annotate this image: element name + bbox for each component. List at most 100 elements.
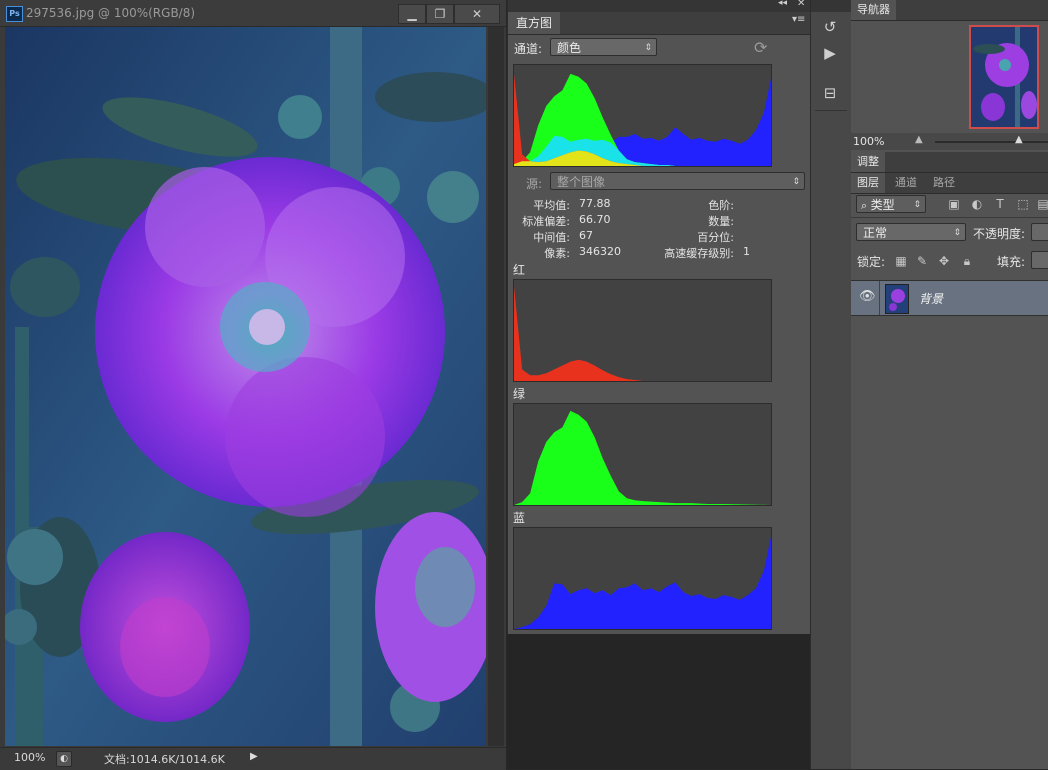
right-panels: 导航器 100% ▲ ▲ 调整 图层 通道 路径 ⌕ 类型 ⇕ ▣ ◐ T ⬚ … — [851, 0, 1048, 769]
opacity-label: 不透明度: — [973, 227, 1026, 241]
zoom-level[interactable]: 100% — [14, 751, 45, 764]
document-window: Ps 297536.jpg @ 100%(RGB/8) ▁ ❐ ✕ 100% ◐… — [0, 0, 506, 770]
percentile-label: 百分位: — [697, 231, 734, 244]
level-label: 色阶: — [708, 199, 734, 212]
document-title: 297536.jpg @ 100%(RGB/8) — [26, 6, 196, 20]
eye-icon[interactable]: 👁︎ — [859, 289, 876, 304]
type-filter-icon[interactable]: T — [992, 196, 1008, 212]
select-arrows-icon: ⇕ — [913, 200, 921, 210]
channel-select[interactable]: 颜色 ⇕ — [550, 38, 657, 56]
zoom-slider-handle[interactable]: ▲ — [1015, 134, 1023, 145]
image-photo — [5, 27, 486, 746]
lock-label: 锁定: — [857, 255, 886, 269]
divider — [879, 281, 880, 315]
source-select[interactable]: 整个图像 ⇕ — [550, 172, 805, 190]
channel-label: 通道: — [514, 42, 543, 56]
history-icon[interactable]: ↺ — [819, 16, 841, 38]
divider — [851, 217, 1048, 218]
count-label: 数量: — [708, 215, 734, 228]
histogram-tabrow: 直方图 ▾≡ — [508, 12, 811, 35]
source-value: 整个图像 — [557, 175, 606, 189]
green-histogram-area — [514, 410, 771, 505]
search-icon: ⌕ — [861, 199, 871, 212]
document-statusbar: 100% ◐ 文档:1014.6K/1014.6K ▶ — [0, 747, 506, 770]
median-value: 67 — [579, 229, 593, 242]
tab-channels[interactable]: 通道 — [889, 173, 923, 193]
mean-label: 平均值: — [533, 199, 570, 212]
tool-preset-icon[interactable]: ⊟ — [819, 82, 841, 104]
tab-navigator[interactable]: 导航器 — [851, 0, 896, 20]
lock-move-icon[interactable]: ✥ — [936, 253, 952, 269]
document-titlebar[interactable]: Ps 297536.jpg @ 100%(RGB/8) ▁ ❐ ✕ — [0, 0, 506, 27]
restore-icon: ❐ — [434, 7, 446, 21]
blue-histogram — [513, 527, 772, 630]
median-label: 中间值: — [533, 231, 570, 244]
blend-mode-value: 正常 — [863, 226, 888, 240]
cache-value: 1 — [743, 245, 750, 258]
red-histogram-area — [514, 285, 771, 381]
layer-preview — [886, 285, 908, 313]
green-channel-label: 绿 — [513, 387, 526, 401]
adjustment-filter-icon[interactable]: ◐ — [969, 196, 985, 212]
panel-menu-icon[interactable]: ▾≡ — [792, 14, 805, 25]
lock-paint-icon[interactable]: ✎ — [914, 253, 930, 269]
opacity-input[interactable] — [1031, 223, 1048, 241]
composite-histogram-chart — [514, 73, 771, 166]
status-menu-button[interactable]: ◐ — [56, 751, 72, 767]
restore-button[interactable]: ❐ — [426, 4, 454, 24]
zoom-slider-track[interactable] — [935, 141, 1048, 143]
navigator-thumbnail[interactable] — [969, 25, 1039, 129]
minimize-button[interactable]: ▁ — [398, 4, 426, 24]
strip-topbar — [811, 0, 851, 12]
blend-mode-select[interactable]: 正常 ⇕ — [856, 223, 966, 241]
layer-name[interactable]: 背景 — [919, 290, 943, 307]
tab-paths[interactable]: 路径 — [927, 173, 961, 193]
layer-thumbnail — [885, 284, 909, 314]
document-info: 文档:1014.6K/1014.6K — [104, 753, 225, 766]
tab-histogram[interactable]: 直方图 — [508, 12, 561, 34]
play-action-icon[interactable]: ▶ — [819, 42, 841, 64]
pixels-label: 像素: — [544, 247, 570, 260]
adjustments-tabstrip: 调整 — [851, 152, 1048, 173]
close-panel-icon[interactable]: ✕ — [797, 0, 805, 9]
image-filter-icon[interactable]: ▣ — [946, 196, 962, 212]
cache-label: 高速缓存级别: — [664, 247, 734, 260]
smart-object-filter-icon[interactable]: ▤ — [1035, 196, 1048, 212]
ps-logo-icon: Ps — [6, 6, 23, 22]
layer-row-background[interactable]: 👁︎ 背景 — [851, 280, 1048, 316]
select-arrows-icon: ⇕ — [792, 177, 800, 187]
green-histogram — [513, 403, 772, 506]
zoom-out-icon[interactable]: ▲ — [915, 134, 923, 145]
image-canvas[interactable] — [5, 27, 486, 746]
green-histogram-chart — [514, 410, 771, 505]
panel-icon-strip: ↺ ▶ ⊟ — [810, 0, 852, 769]
lock-all-icon[interactable]: 🔒︎ — [959, 253, 975, 269]
pixels-value: 346320 — [579, 245, 621, 258]
stddev-label: 标准偏差: — [522, 215, 570, 228]
fill-input[interactable] — [1031, 251, 1048, 269]
navigator-zoom[interactable]: 100% — [853, 135, 884, 148]
close-button[interactable]: ✕ — [454, 4, 500, 24]
panel-topbar: ◂◂ ✕ — [508, 0, 811, 12]
red-histogram — [513, 279, 772, 382]
mean-value: 77.88 — [579, 197, 611, 210]
tab-adjustments[interactable]: 调整 — [851, 152, 885, 172]
layer-filter-select[interactable]: ⌕ 类型 ⇕ — [856, 195, 926, 213]
document-scrollbar[interactable] — [488, 27, 504, 746]
status-arrow-icon[interactable]: ▶ — [250, 751, 258, 762]
lock-transparent-icon[interactable]: ▦ — [893, 253, 909, 269]
navigator-zoom-row: 100% ▲ ▲ — [851, 133, 1048, 150]
blue-histogram-chart — [514, 536, 771, 629]
close-icon: ✕ — [471, 7, 483, 21]
navigator-tabstrip: 导航器 — [851, 0, 1048, 21]
layers-tabstrip: 图层 通道 路径 — [851, 173, 1048, 194]
tab-layers[interactable]: 图层 — [851, 173, 885, 193]
shape-filter-icon[interactable]: ⬚ — [1015, 196, 1031, 212]
empty-panel-area — [507, 634, 810, 769]
navigator-preview — [971, 27, 1037, 127]
fill-label: 填充: — [997, 255, 1026, 269]
select-arrows-icon: ⇕ — [644, 43, 652, 53]
strip-divider — [815, 110, 847, 111]
refresh-icon[interactable]: ⟳ — [754, 38, 767, 57]
collapse-icon[interactable]: ◂◂ — [778, 0, 787, 8]
